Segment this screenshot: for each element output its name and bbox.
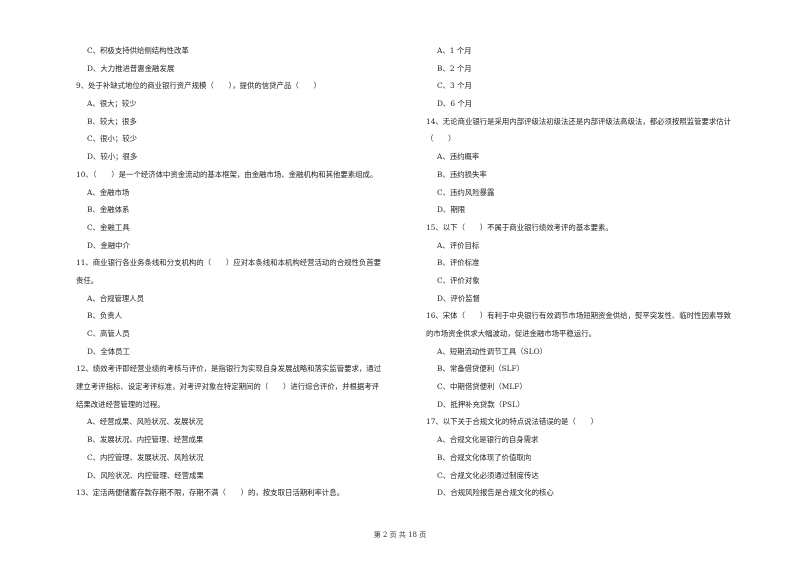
question-text: 15、以下（ ）不属于商业银行绩效考评的基本要素。 [426,222,613,232]
answer-option: A、很大；较少 [87,99,137,109]
answer-option: D、较小；很多 [87,152,138,162]
answer-option: D、全体员工 [87,346,130,356]
question-text: 11、商业银行各业务条线和分支机构的（ ）应对本条线和本机构经营活动的合规性负首… [76,258,382,268]
answer-option: C、违约风险暴露 [437,187,495,197]
answer-option: D、期限 [437,205,466,215]
answer-option: A、违约概率 [437,152,480,162]
answer-option: C、很小；较少 [87,134,137,144]
question-text: 12、绩效考评即经营业绩的考核与评价，是指银行为实现自身发展战略和落实监管要求，… [76,364,382,374]
answer-option: C、评价对象 [437,275,480,285]
answer-option: B、常备借贷便利（SLF） [437,364,525,374]
answer-option: D、抵押补充贷款（PSL） [437,399,525,409]
question-text: 16、宋体（ ）有利于中央银行有效调节市场短期资金供给，熨平突发性、临时性因素导… [426,311,732,321]
question-text: 10、（ ）是一个经济体中资金流动的基本框架，由金融市场、金融机构和其他要素组成… [76,169,378,179]
answer-option: B、2 个月 [437,63,472,73]
answer-option: C、高管人员 [87,329,130,338]
answer-option: D、大力推进普惠金融发展 [87,63,175,73]
answer-option: B、负责人 [87,311,122,321]
answer-option: A、金融市场 [87,187,130,197]
answer-option: B、合规文化体现了价值取向 [437,452,532,462]
answer-option: B、金融体系 [87,205,130,215]
question-text: 9、处于补缺式地位的商业银行资产规模（ ），提供的信贷产品（ ） [76,81,321,91]
answer-option: D、合规风险报告是合规文化的核心 [437,488,554,498]
question-text: 建立考评指标、设定考评标准，对考评对象在特定期间的（ ）进行综合评价，并根据考评 [76,382,380,392]
left-column: C、积极支持供给侧结构性改革 D、大力推进普惠金融发展 9、处于补缺式地位的商业银行… [76,42,406,502]
answer-option: B、评价标准 [437,258,480,268]
answer-option: B、违约损失率 [437,169,487,179]
answer-option: A、1 个月 [437,46,472,55]
question-text: 14、无论商业银行是采用内部评级法初级法还是内部评级法高级法，都必须按照监管要求… [426,116,732,126]
answer-option: B、发展状况、内控管理、经营成果 [87,435,204,445]
answer-option: D、评价监督 [437,293,480,303]
answer-option: A、评价目标 [437,240,480,250]
question-text: 的市场资金供求大幅波动，促进金融市场平稳运行。 [426,329,596,338]
answer-option: C、3 个月 [437,81,472,91]
answer-option: C、金融工具 [87,222,130,232]
question-text: （ ） [426,134,456,144]
question-text: 责任。 [76,275,99,285]
answer-option: D、6 个月 [437,99,473,109]
answer-option: D、风险状况、内控管理、经营成果 [87,470,204,480]
answer-option: B、较大；很多 [87,116,137,126]
answer-option: D、金融中介 [87,240,130,250]
answer-option: C、中期借贷便利（MLF） [437,382,527,392]
answer-option: C、合规文化必须通过制度传达 [437,470,539,480]
answer-option: A、经营成果、风险状况、发展状况 [87,417,204,427]
answer-option: A、短期流动性调节工具（SLO） [437,346,548,356]
right-column: A、1 个月 B、2 个月 C、3 个月 D、6 个月 14、无论商业银行是采用内部评级… [426,42,771,502]
answer-option: C、积极支持供给侧结构性改革 [87,46,189,55]
answer-option: A、合规管理人员 [87,293,145,303]
question-text: 17、以下关于合规文化的特点说法错误的是（ ） [426,417,599,427]
answer-option: C、内控管理、发展状况、风险状况 [87,452,204,462]
question-text: 结果改进经营管理的过程。 [76,399,165,409]
page-number: 第 2 页 共 18 页 [373,531,427,539]
question-text: 13、定活两便储蓄存款存期不限，存期不满（ ）的，按支取日活期利率计息。 [76,488,345,498]
answer-option: A、合规文化是银行的自身需求 [437,435,539,445]
